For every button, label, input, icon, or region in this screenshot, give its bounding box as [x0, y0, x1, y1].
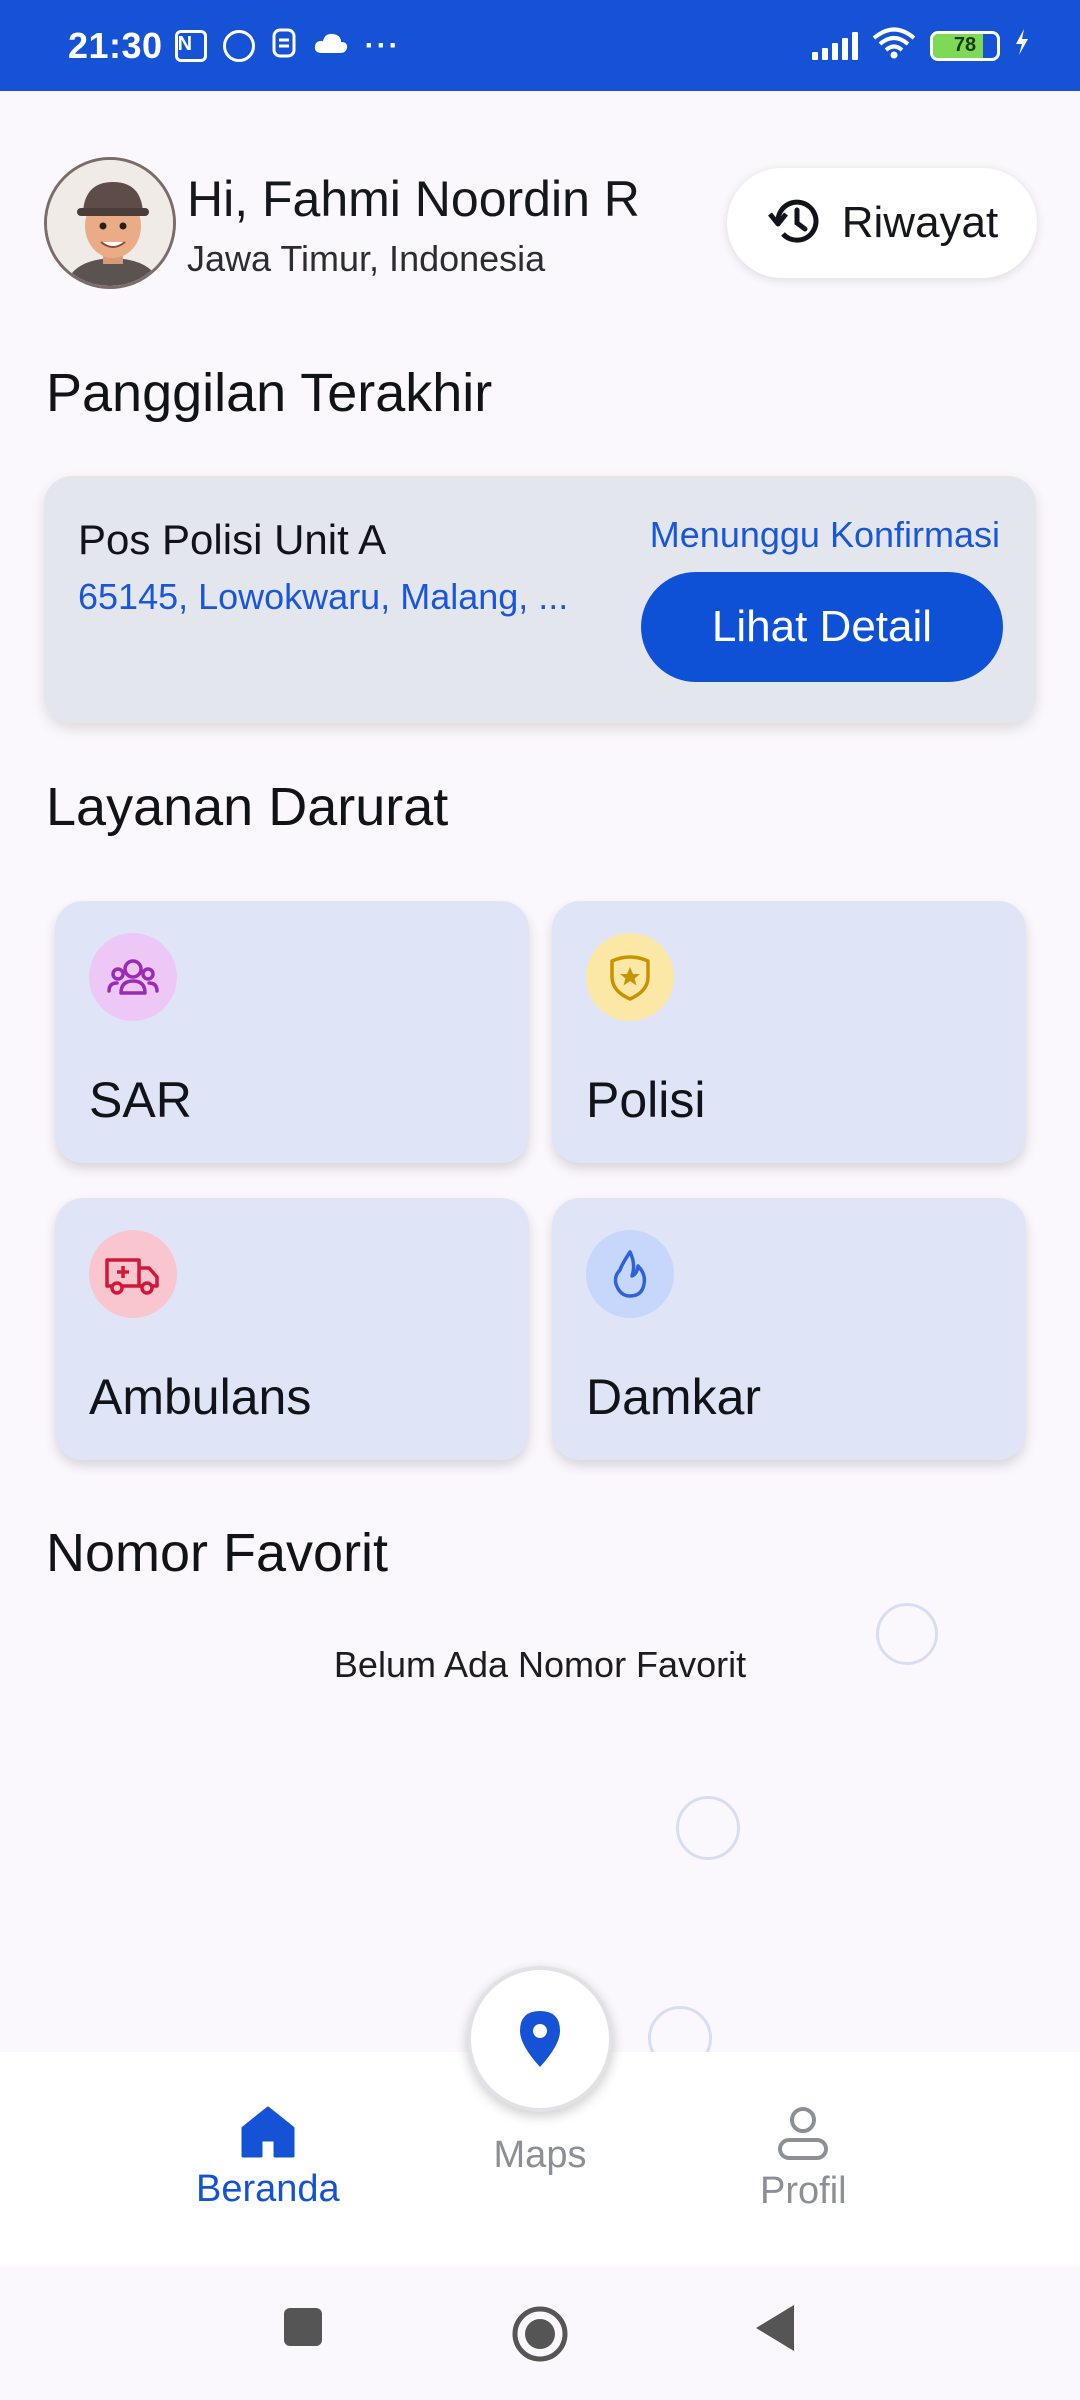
service-label-ambulans: Ambulans	[89, 1369, 312, 1425]
avatar-illustration	[47, 160, 173, 286]
ghost-circle	[676, 1796, 740, 1860]
status-system-icons: 78	[812, 27, 1030, 64]
recent-call-name: Pos Polisi Unit A	[78, 516, 387, 563]
service-card-ambulans[interactable]: Ambulans	[55, 1198, 529, 1460]
recent-call-address: 65145, Lowokwaru, Malang, ...	[78, 576, 569, 617]
nfc-icon: N	[174, 29, 207, 62]
ambulance-icon	[105, 1258, 159, 1295]
service-label-damkar: Damkar	[586, 1369, 762, 1425]
nav-label-maps: Maps	[493, 2134, 587, 2176]
favorites-title: Nomor Favorit	[46, 1523, 389, 1583]
maps-button[interactable]	[467, 1966, 613, 2112]
history-button[interactable]: Riwayat	[727, 168, 1037, 278]
notification-icon	[271, 27, 297, 64]
charging-icon	[1014, 28, 1030, 63]
whatsapp-icon	[222, 29, 255, 62]
more-dots-icon: ···	[364, 28, 401, 62]
status-bar: 21:30 N ··· 78	[0, 0, 1080, 91]
back-icon[interactable]	[754, 2303, 796, 2353]
people-group-icon	[107, 959, 159, 995]
user-location: Jawa Timur, Indonesia	[187, 238, 546, 279]
history-button-label: Riwayat	[841, 198, 999, 247]
service-card-polisi[interactable]: Polisi	[552, 901, 1026, 1163]
service-label-sar: SAR	[89, 1072, 192, 1128]
recent-call-card[interactable]: Pos Polisi Unit A 65145, Lowokwaru, Mala…	[44, 476, 1036, 723]
service-card-damkar[interactable]: Damkar	[552, 1198, 1026, 1460]
police-badge-icon	[610, 955, 650, 1001]
home-system-icon[interactable]	[511, 2305, 569, 2363]
status-notification-icons: N ···	[174, 27, 401, 64]
wifi-icon	[872, 27, 916, 64]
fire-drop-icon	[613, 1250, 647, 1298]
sar-icon-wrap	[89, 933, 177, 1021]
polisi-icon-wrap	[586, 933, 674, 1021]
status-time: 21:30	[68, 24, 163, 66]
cloud-icon	[313, 31, 349, 60]
location-pin-icon	[520, 2011, 560, 2067]
damkar-icon-wrap	[586, 1230, 674, 1318]
recent-apps-icon[interactable]	[283, 2307, 323, 2347]
emergency-services-title: Layanan Darurat	[46, 777, 449, 837]
user-greeting: Hi, Fahmi Noordin R	[187, 171, 640, 227]
view-detail-button[interactable]: Lihat Detail	[641, 572, 1003, 682]
battery-icon: 78	[930, 30, 1000, 61]
recent-call-status: Menunggu Konfirmasi	[649, 514, 1000, 555]
system-navigation-bar	[0, 2266, 1080, 2400]
history-icon	[766, 192, 824, 255]
ambulans-icon-wrap	[89, 1230, 177, 1318]
service-label-polisi: Polisi	[586, 1072, 706, 1128]
signal-icon	[812, 31, 858, 60]
ghost-circle	[876, 1603, 938, 1665]
recent-calls-title: Panggilan Terakhir	[46, 363, 493, 423]
battery-level-text: 78	[953, 34, 977, 56]
avatar[interactable]	[44, 157, 176, 289]
service-card-sar[interactable]: SAR	[55, 901, 529, 1163]
